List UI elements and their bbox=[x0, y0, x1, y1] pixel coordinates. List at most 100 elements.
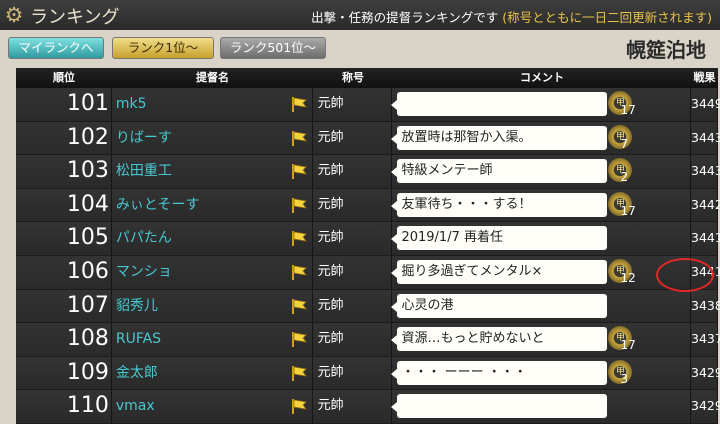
comment-bubble: 資源…もっと貯めないと bbox=[391, 327, 608, 352]
admiral-name[interactable]: mk5 bbox=[116, 96, 147, 112]
rank-title-cell: 元帥 bbox=[313, 222, 393, 255]
rank-cell: 106 bbox=[16, 255, 112, 289]
admiral-name-cell[interactable]: みぃとそーす bbox=[112, 188, 313, 222]
table-row: 102 りばーす 元帥 放置時は那智か入渠。甲 7 3443 bbox=[16, 121, 720, 156]
flag-icon bbox=[291, 264, 307, 280]
page-title: ランキング bbox=[30, 7, 120, 28]
comment-bubble bbox=[391, 92, 608, 116]
score-cell: 3429 bbox=[691, 390, 720, 423]
rank-cell: 105 bbox=[16, 222, 112, 255]
medal-count: 7 bbox=[620, 136, 629, 151]
comment-cell: 資源…もっと貯めないと甲 17 bbox=[391, 323, 691, 356]
comment-bubble: 友軍待ち・・・する！ bbox=[391, 192, 608, 217]
flag-icon bbox=[291, 365, 307, 381]
admiral-name[interactable]: りばーす bbox=[116, 130, 172, 146]
rank-title-cell: 元帥 bbox=[313, 390, 393, 423]
table-row: 106 マンショ 元帥 掘り多過ぎてメンタル× 甲 12 3441 bbox=[16, 255, 720, 290]
header-bar: ⚙ ランキング 出撃・任務の提督ランキングです (称号とともに一日二回更新されま… bbox=[0, 0, 720, 30]
table-row: 101 mk5 元帥甲 17 3449 bbox=[16, 88, 720, 122]
score-cell: 3429 bbox=[691, 356, 720, 390]
medal-count: 17 bbox=[620, 103, 636, 117]
admiral-name-cell[interactable]: vmax bbox=[112, 390, 313, 423]
flag-icon bbox=[291, 164, 307, 180]
flag-icon bbox=[291, 298, 307, 314]
medal-count: 12 bbox=[620, 270, 636, 285]
comment-cell: 掘り多過ぎてメンタル× 甲 12 bbox=[391, 255, 691, 289]
rank-cell: 108 bbox=[16, 323, 112, 356]
comment-cell: 心灵の港 bbox=[391, 289, 691, 323]
admiral-name-cell[interactable]: 金太郎 bbox=[112, 356, 313, 390]
admiral-name[interactable]: 貂秀儿 bbox=[116, 298, 158, 314]
admiral-name[interactable]: みぃとそーす bbox=[116, 197, 200, 213]
subtitle-text: 出撃・任務の提督ランキングです bbox=[311, 10, 499, 25]
score-cell: 3443 bbox=[691, 121, 720, 155]
admiral-name[interactable]: パパたん bbox=[116, 230, 172, 246]
flag-icon bbox=[291, 231, 307, 247]
rank-title-cell: 元帥 bbox=[313, 155, 393, 188]
admiral-name-cell[interactable]: mk5 bbox=[112, 88, 313, 121]
score-cell: 3437 bbox=[691, 323, 720, 356]
admiral-name[interactable]: vmax bbox=[116, 398, 155, 414]
medal-count: 2 bbox=[620, 170, 629, 185]
admiral-name-cell[interactable]: RUFAS bbox=[112, 323, 313, 356]
header-subtitle: 出撃・任務の提督ランキングです (称号とともに一日二回更新されます) bbox=[311, 7, 712, 26]
rank1-button[interactable]: ランク1位～ bbox=[112, 37, 214, 59]
table-row: 110 vmax 元帥 3429 bbox=[16, 390, 720, 424]
comment-bubble: 掘り多過ぎてメンタル× bbox=[391, 259, 608, 284]
rank-title-cell: 元帥 bbox=[313, 289, 393, 323]
update-note: (称号とともに一日二回更新されます) bbox=[502, 10, 712, 25]
comment-cell: 甲 17 bbox=[391, 88, 691, 121]
comment-cell: 2019/1/7 再着任 bbox=[391, 222, 691, 255]
admiral-name-cell[interactable]: パパたん bbox=[112, 222, 313, 255]
rank-cell: 102 bbox=[16, 121, 112, 155]
table-row: 103 松田重工 元帥 特級メンテー師甲 2 3443 bbox=[16, 155, 720, 189]
table-row: 108 RUFAS 元帥 資源…もっと貯めないと甲 17 3437 bbox=[16, 323, 720, 357]
highlight-circle bbox=[656, 258, 714, 292]
rank-title-cell: 元帥 bbox=[313, 188, 393, 222]
medal-count: 17 bbox=[620, 203, 636, 218]
flag-icon bbox=[291, 130, 307, 146]
admiral-name-cell[interactable]: 松田重工 bbox=[112, 155, 313, 188]
rank-cell: 107 bbox=[16, 289, 112, 323]
admiral-name[interactable]: 松田重工 bbox=[116, 163, 172, 179]
admiral-name[interactable]: マンショ bbox=[116, 264, 172, 280]
admiral-name-cell[interactable]: マンショ bbox=[112, 255, 313, 289]
rank-title-cell: 元帥 bbox=[313, 356, 393, 390]
col-name: 提督名 bbox=[196, 71, 229, 84]
score-cell: 3441 bbox=[691, 222, 720, 255]
rank-title-cell: 元帥 bbox=[313, 255, 393, 289]
medal-count: 3 bbox=[620, 371, 629, 386]
admiral-name-cell[interactable]: 貂秀儿 bbox=[112, 289, 313, 323]
score-cell: 3442 bbox=[691, 188, 720, 222]
table-row: 109 金太郎 元帥 ・・・ ーーー ・・・甲 3 3429 bbox=[16, 356, 720, 391]
table-row: 104 みぃとそーす 元帥 友軍待ち・・・する！甲 17 3442 bbox=[16, 188, 720, 223]
comment-cell: ・・・ ーーー ・・・甲 3 bbox=[391, 356, 691, 390]
col-score: 戦果 bbox=[693, 71, 716, 84]
ranking-table: 順位 提督名 称号 コメント 戦果 101 mk5 元帥甲 17 3449 102 りばーす… bbox=[16, 68, 720, 424]
rank-cell: 103 bbox=[16, 155, 112, 188]
comment-bubble: 放置時は那智か入渠。 bbox=[391, 125, 608, 150]
comment-bubble: 心灵の港 bbox=[391, 293, 608, 318]
table-row: 107 貂秀儿 元帥 心灵の港 3438 bbox=[16, 289, 720, 324]
flag-icon bbox=[291, 97, 307, 112]
medal-count: 17 bbox=[620, 338, 636, 353]
my-rank-button[interactable]: マイランクへ bbox=[8, 37, 104, 59]
gear-icon: ⚙ bbox=[4, 3, 24, 27]
table-row: 105 パパたん 元帥 2019/1/7 再着任 3441 bbox=[16, 222, 720, 256]
flag-icon bbox=[291, 399, 307, 415]
score-cell: 3443 bbox=[691, 155, 720, 188]
rank-title-cell: 元帥 bbox=[313, 88, 393, 121]
rank-title-cell: 元帥 bbox=[313, 323, 393, 356]
rank-cell: 101 bbox=[16, 88, 112, 121]
table-body: 101 mk5 元帥甲 17 3449 102 りばーす 元帥 放置時は那智か入渠。甲 7 3443… bbox=[16, 88, 720, 424]
score-cell: 3438 bbox=[691, 289, 720, 323]
score-cell: 3449 bbox=[691, 88, 720, 121]
admiral-name-cell[interactable]: りばーす bbox=[112, 121, 313, 155]
comment-bubble: 特級メンテー師 bbox=[391, 159, 608, 184]
admiral-name[interactable]: 金太郎 bbox=[116, 365, 158, 381]
comment-bubble: ・・・ ーーー ・・・ bbox=[391, 360, 608, 385]
comment-cell: 特級メンテー師甲 2 bbox=[391, 155, 691, 188]
rank501-button[interactable]: ランク501位～ bbox=[220, 37, 326, 59]
col-title: 称号 bbox=[342, 71, 364, 84]
admiral-name[interactable]: RUFAS bbox=[116, 331, 161, 347]
